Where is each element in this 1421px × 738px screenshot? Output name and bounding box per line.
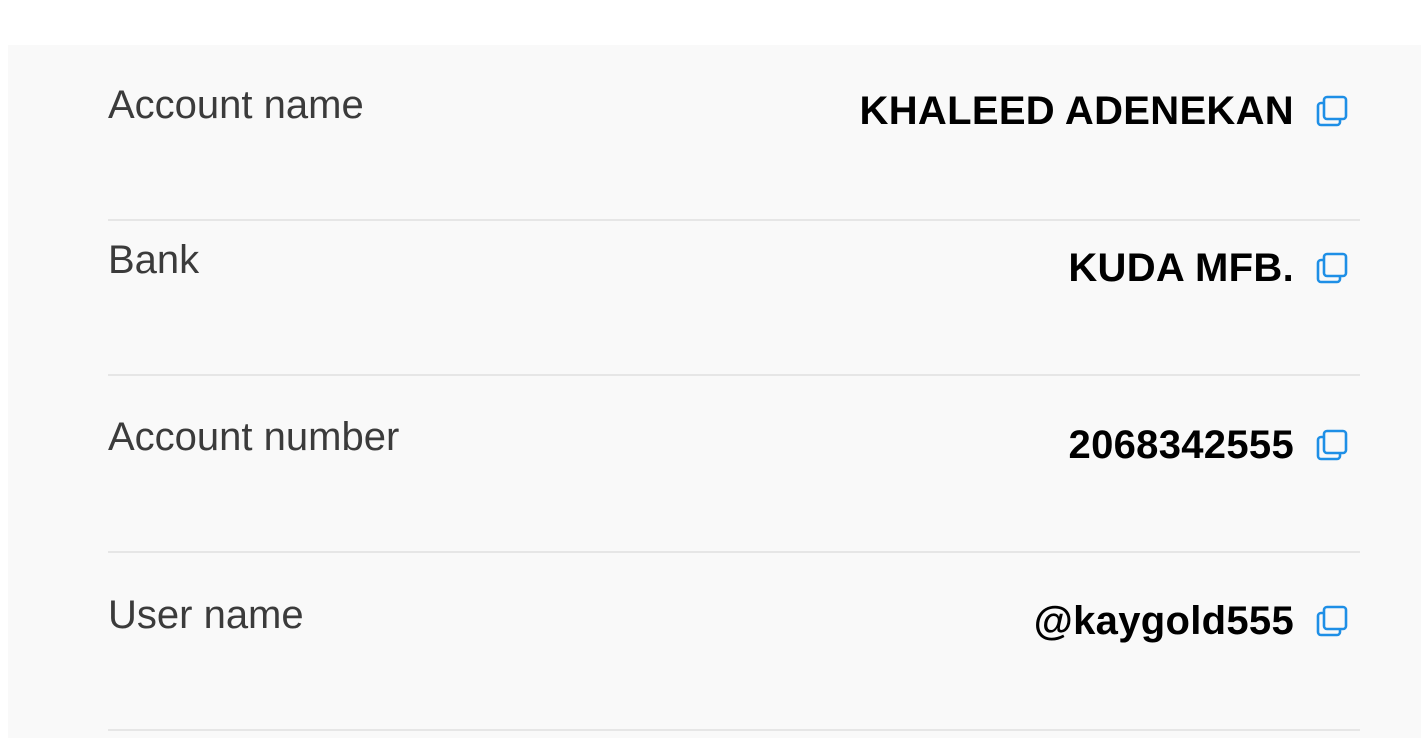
account-name-value-group: KHALEED ADENEKAN xyxy=(860,85,1352,137)
copy-icon xyxy=(1316,95,1348,127)
copy-user-name-button[interactable] xyxy=(1312,601,1352,641)
copy-icon xyxy=(1316,429,1348,461)
account-number-value: 2068342555 xyxy=(1068,422,1294,467)
bank-value: KUDA MFB. xyxy=(1068,245,1294,290)
row-divider xyxy=(108,551,1360,553)
account-details-card: Account name KHALEED ADENEKAN Bank KUDA … xyxy=(8,45,1421,738)
user-name-label: User name xyxy=(108,593,304,637)
account-name-value: KHALEED ADENEKAN xyxy=(859,88,1294,133)
bank-label: Bank xyxy=(108,238,200,282)
account-number-row: Account number 2068342555 xyxy=(108,377,1360,553)
account-name-row: Account name KHALEED ADENEKAN xyxy=(108,45,1360,221)
user-name-value-group: @kaygold555 xyxy=(1034,595,1352,647)
account-number-value-group: 2068342555 xyxy=(1069,419,1352,471)
copy-icon xyxy=(1316,605,1348,637)
account-number-label: Account number xyxy=(108,415,400,459)
bank-row: Bank KUDA MFB. xyxy=(108,200,1360,376)
copy-icon xyxy=(1316,252,1348,284)
user-name-row: User name @kaygold555 xyxy=(108,555,1360,731)
row-divider xyxy=(108,374,1360,376)
copy-bank-button[interactable] xyxy=(1312,248,1352,288)
copy-account-number-button[interactable] xyxy=(1312,425,1352,465)
user-name-value: @kaygold555 xyxy=(1033,598,1294,643)
row-divider xyxy=(108,729,1360,731)
account-name-label: Account name xyxy=(108,83,364,127)
bank-value-group: KUDA MFB. xyxy=(1068,242,1352,294)
copy-account-name-button[interactable] xyxy=(1312,91,1352,131)
